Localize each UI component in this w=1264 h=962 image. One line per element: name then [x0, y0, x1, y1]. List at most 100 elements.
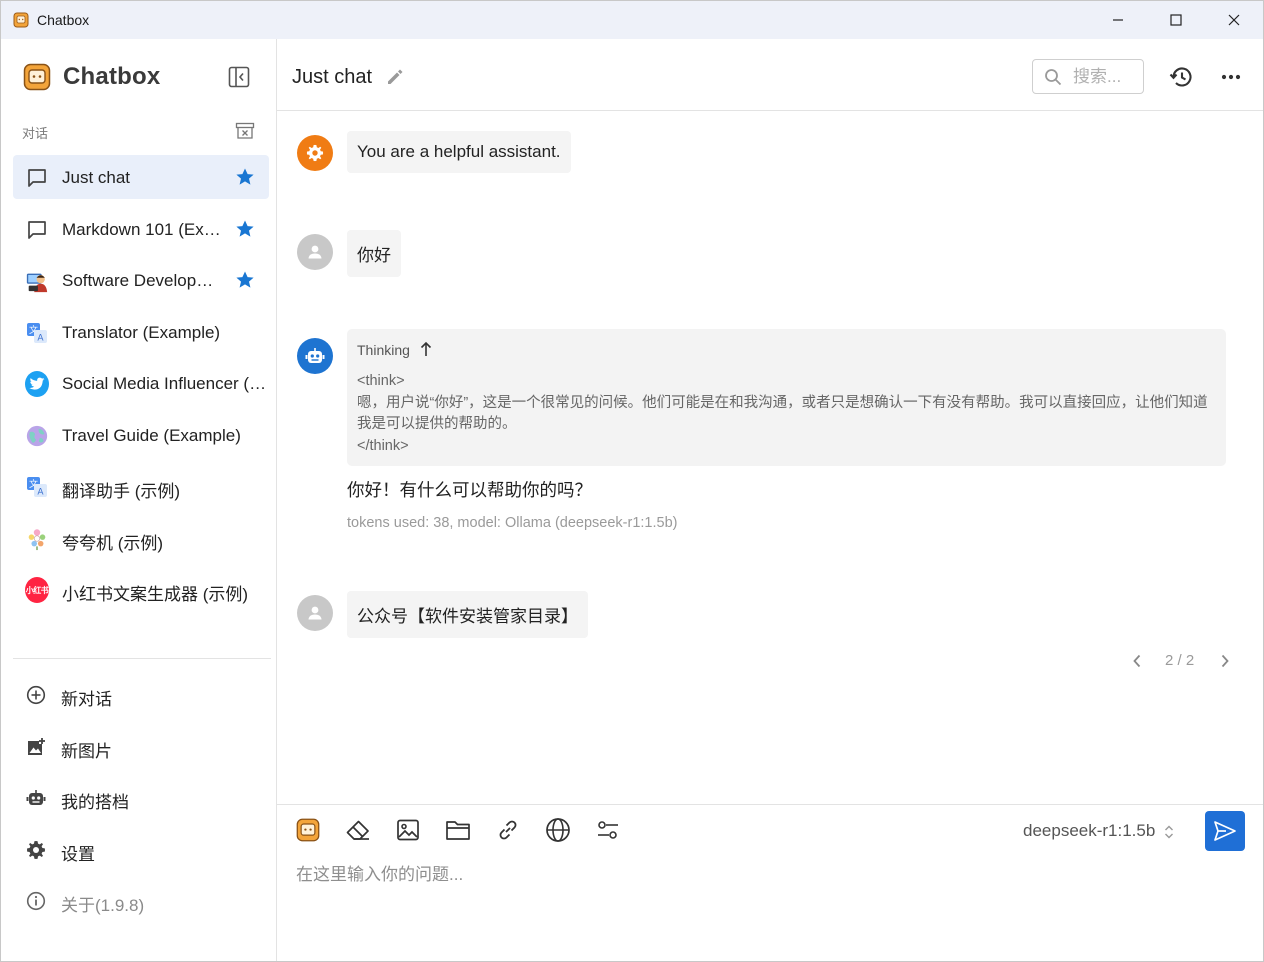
link-icon — [499, 820, 517, 840]
sidebar-divider — [13, 658, 271, 659]
folder-icon — [446, 821, 470, 840]
robot-icon — [25, 787, 47, 809]
more-options-button[interactable] — [1218, 64, 1244, 90]
system-avatar — [297, 135, 333, 171]
session-label: Markdown 101 (Example) — [62, 219, 222, 239]
close-button[interactable] — [1205, 1, 1263, 39]
session-item-travel-guide[interactable]: Travel Guide (Example) — [13, 413, 269, 457]
new-chat-button[interactable]: 新对话 — [13, 669, 269, 721]
archive-icon — [235, 122, 255, 139]
web-search-button[interactable] — [545, 817, 571, 843]
think-open-tag: <think> — [357, 373, 405, 389]
chatbox-logo-button[interactable] — [295, 817, 321, 843]
gear-icon — [25, 839, 47, 861]
collapse-thinking-icon[interactable] — [419, 340, 433, 358]
session-item-xiaohongshu-generator[interactable]: 小红书 小红书文案生成器 (示例) — [13, 567, 269, 611]
clear-sessions-button[interactable] — [235, 122, 255, 140]
session-list: Just chat Markdown 101 (Example) — [13, 155, 269, 619]
minimize-button[interactable] — [1089, 1, 1147, 39]
svg-text:A: A — [37, 333, 44, 343]
session-item-translator[interactable]: 文 A Translator (Example) — [13, 310, 269, 354]
chatbox-logo-icon — [296, 818, 320, 842]
settings-button[interactable]: 设置 — [13, 824, 269, 876]
session-label: 小红书文案生成器 (示例) — [62, 585, 249, 604]
session-label: Translator (Example) — [62, 322, 221, 342]
eraser-icon — [346, 820, 369, 840]
chevron-left-icon[interactable] — [1129, 652, 1145, 670]
app-window: Chatbox Chatbox 对话 Just chat Markdown 10… — [0, 0, 1264, 962]
maximize-icon — [1170, 14, 1182, 26]
session-label: 夸夸机 (示例) — [62, 533, 164, 553]
message-bubble: 公众号【软件安装管家目录】 — [347, 591, 588, 638]
chevron-right-icon[interactable] — [1217, 652, 1233, 670]
attach-image-button[interactable] — [395, 817, 421, 843]
menu-label: 我的搭档 — [61, 793, 129, 812]
input-area: deepseek-r1:1.5b — [277, 804, 1263, 961]
chat-title: Just chat — [292, 66, 373, 88]
history-button[interactable] — [1168, 64, 1194, 90]
message-bubble: You are a helpful assistant. — [347, 131, 571, 173]
search-icon — [1045, 69, 1062, 86]
translator-avatar: 文 A — [25, 475, 49, 499]
translator-avatar: 文 A — [25, 321, 49, 345]
message-pager: 2 / 2 — [1129, 650, 1239, 672]
developer-avatar — [25, 269, 49, 293]
svg-text:A: A — [37, 488, 44, 498]
star-icon[interactable] — [235, 219, 255, 239]
sidebar-menu: 新对话 新图片 我的搭档 设置 关于(1.9.8) — [13, 669, 269, 927]
star-icon[interactable] — [235, 270, 255, 290]
session-item-markdown-101[interactable]: Markdown 101 (Example) — [13, 207, 269, 251]
xiaohongshu-badge-text: 小红书 — [25, 585, 49, 595]
history-icon — [1169, 67, 1192, 87]
gear-icon — [306, 144, 324, 162]
edit-title-icon[interactable] — [385, 67, 405, 87]
chevron-up-down-icon[interactable] — [1163, 823, 1175, 841]
chat-main: Just chat You are a helpful assistant. — [277, 39, 1263, 961]
message-meta: tokens used: 38, model: Ollama (deepseek… — [347, 515, 678, 531]
send-button[interactable] — [1205, 811, 1245, 851]
title-bar: Chatbox — [1, 1, 1263, 39]
twitter-bird-avatar — [25, 371, 49, 397]
thinking-block: Thinking <think> 嗯，用户说“你好”，这是一个很常见的问候。他们… — [347, 329, 1226, 466]
sidebar: Chatbox 对话 Just chat Markdown 101 (Exa S… — [1, 39, 277, 961]
search-field[interactable] — [1032, 59, 1144, 94]
attach-file-button[interactable] — [445, 817, 471, 843]
chat-bubble-icon — [25, 218, 49, 242]
session-label: Travel Guide (Example) — [62, 425, 241, 445]
session-item-just-chat[interactable]: Just chat — [13, 155, 269, 199]
user-avatar — [297, 234, 333, 270]
image-add-icon — [25, 736, 47, 758]
sidebar-collapse-icon — [228, 66, 250, 88]
new-image-button[interactable]: 新图片 — [13, 721, 269, 773]
attach-link-button[interactable] — [495, 817, 521, 843]
search-input[interactable] — [1073, 65, 1139, 89]
about-button[interactable]: 关于(1.9.8) — [13, 875, 269, 927]
clear-context-button[interactable] — [345, 817, 371, 843]
star-icon[interactable] — [235, 167, 255, 187]
xiaohongshu-avatar: 小红书 — [25, 577, 49, 603]
model-selector[interactable]: deepseek-r1:1.5b — [1023, 821, 1155, 841]
close-icon — [1228, 14, 1240, 26]
menu-label: 关于(1.9.8) — [61, 896, 145, 915]
session-item-praise-bot[interactable]: 夸夸机 (示例) — [13, 516, 269, 560]
message-input[interactable] — [296, 860, 1236, 890]
assistant-reply: 你好！有什么可以帮助你的吗？ — [347, 480, 592, 500]
collapse-sidebar-button[interactable] — [227, 65, 251, 89]
chat-settings-button[interactable] — [595, 817, 621, 843]
maximize-button[interactable] — [1147, 1, 1205, 39]
person-icon — [308, 245, 322, 259]
person-icon — [308, 606, 322, 620]
session-item-software-developer[interactable]: Software Developer (Example) — [13, 258, 269, 302]
plus-circle-icon — [25, 684, 47, 706]
pager-text: 2 / 2 — [1165, 652, 1195, 669]
app-logo-icon — [13, 12, 29, 28]
session-label: Just chat — [62, 168, 131, 187]
my-copilots-button[interactable]: 我的搭档 — [13, 772, 269, 824]
settings-sliders-icon — [598, 821, 618, 839]
chat-header: Just chat — [277, 39, 1263, 111]
session-label: 翻译助手 (示例) — [62, 482, 181, 501]
session-item-social-media-influencer[interactable]: Social Media Influencer (Example) — [13, 361, 269, 405]
thinking-content: <think> 嗯，用户说“你好”，这是一个很常见的问候。他们可能是在和我沟通，… — [357, 371, 1217, 457]
send-icon — [1214, 821, 1236, 841]
session-item-translation-assistant[interactable]: 文 A 翻译助手 (示例) — [13, 464, 269, 508]
